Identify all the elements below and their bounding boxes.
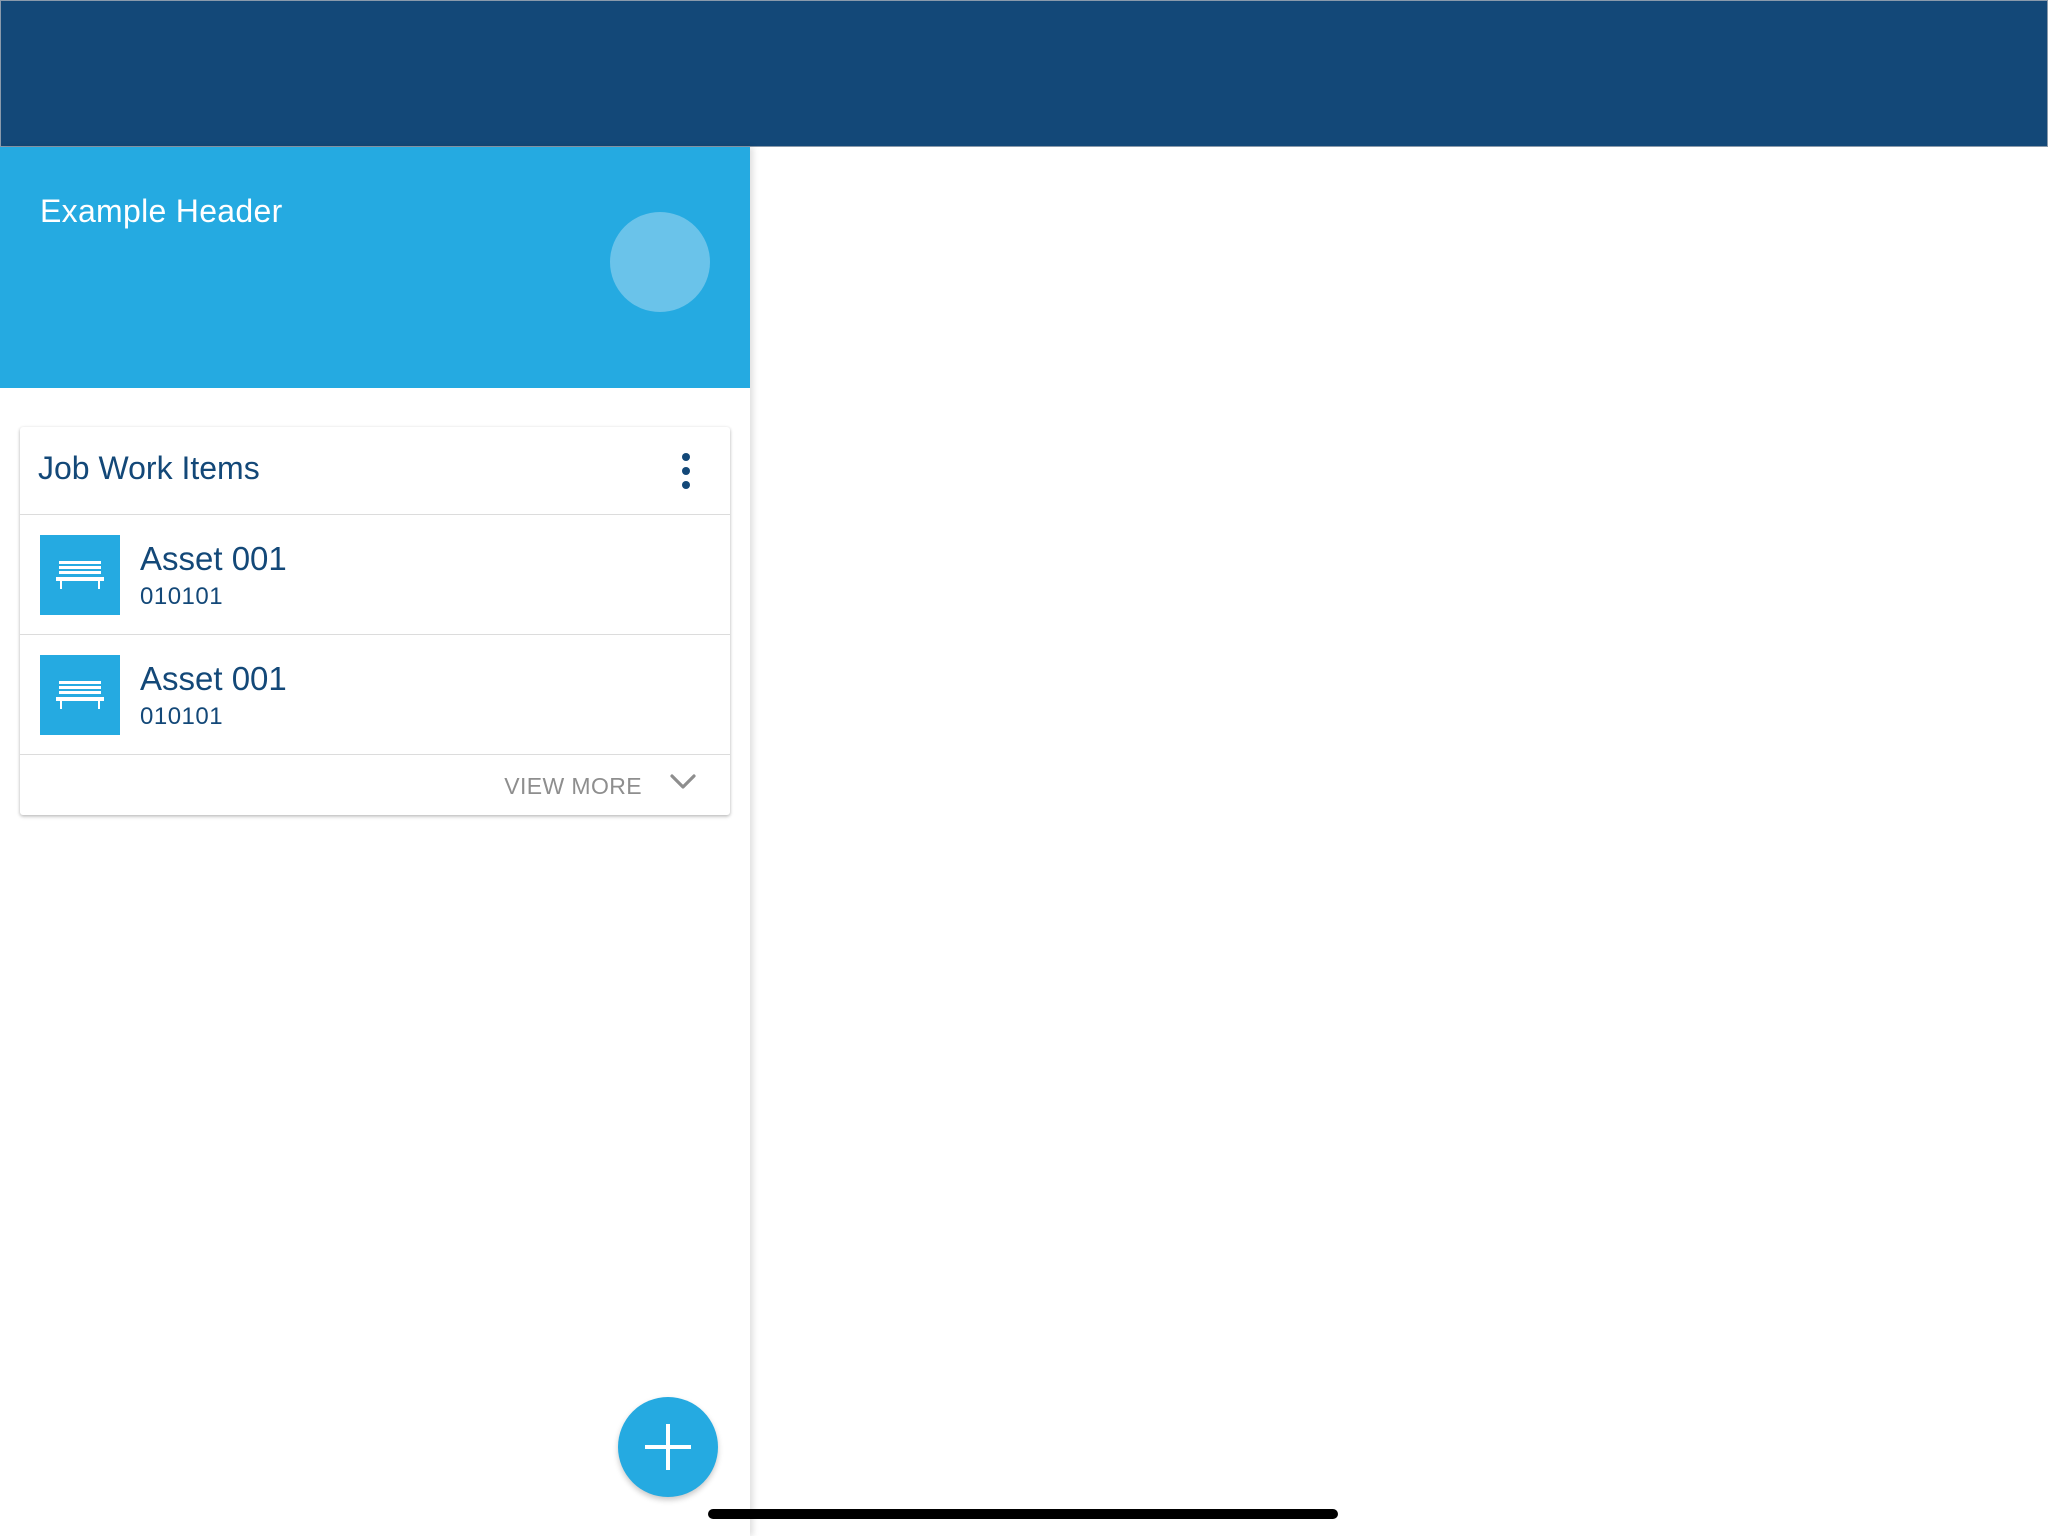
add-button[interactable]: [618, 1397, 718, 1497]
home-indicator[interactable]: [708, 1509, 1338, 1519]
top-app-bar: [0, 0, 2048, 147]
more-vertical-icon[interactable]: [675, 453, 697, 489]
job-work-items-card: Job Work Items Asset 001 010101 Asset 00…: [20, 427, 730, 815]
bench-icon: [40, 655, 120, 735]
chevron-down-icon: [670, 773, 696, 796]
bench-icon: [40, 535, 120, 615]
card-title: Job Work Items: [38, 450, 260, 486]
item-title: Asset 001: [140, 660, 287, 697]
list-item[interactable]: Asset 001 010101: [20, 635, 730, 755]
panel-header-title: Example Header: [40, 193, 283, 229]
avatar[interactable]: [610, 212, 710, 312]
list-item[interactable]: Asset 001 010101: [20, 515, 730, 635]
item-subtitle: 010101: [140, 703, 224, 730]
left-panel: Example Header Job Work Items Asset 001 …: [0, 147, 750, 1536]
item-title: Asset 001: [140, 540, 287, 577]
plus-icon: [645, 1424, 691, 1470]
panel-header: Example Header: [0, 147, 750, 388]
card-header: Job Work Items: [20, 427, 730, 515]
view-more-label: VIEW MORE: [504, 773, 642, 799]
item-subtitle: 010101: [140, 583, 224, 610]
view-more-button[interactable]: VIEW MORE: [20, 757, 730, 815]
